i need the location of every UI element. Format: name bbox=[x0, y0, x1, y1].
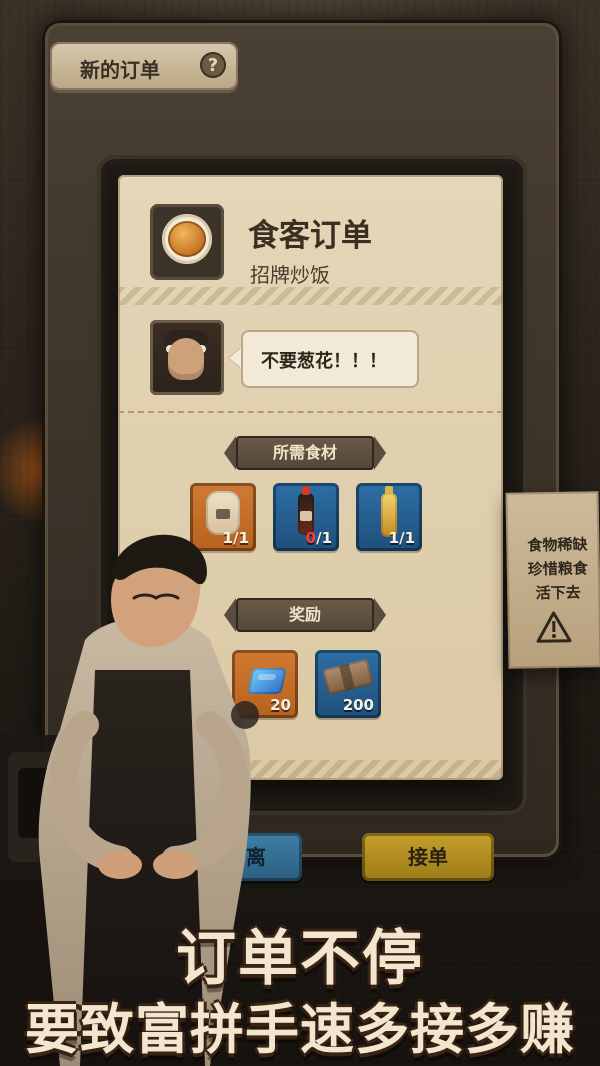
ingredient-qty-have: 1 bbox=[222, 529, 234, 547]
warning-triangle-icon bbox=[536, 611, 572, 643]
reward-value: 200 bbox=[342, 696, 374, 714]
reward-slot[interactable]: 200 bbox=[315, 650, 381, 718]
rewards-label: 奖励 bbox=[224, 598, 386, 632]
ingredient-qty-need: 1 bbox=[321, 529, 332, 547]
promo-line-1: 订单不停 bbox=[176, 924, 424, 994]
ingredient-qty-have: 1 bbox=[388, 529, 400, 547]
reward-slot[interactable]: 20 bbox=[232, 650, 298, 718]
ingredient-qty-need: 1 bbox=[238, 529, 249, 547]
window-title: 新的订单 bbox=[80, 58, 160, 82]
question-mark-icon[interactable]: ? bbox=[200, 52, 226, 78]
ingredient-slot[interactable]: 1/1 bbox=[356, 483, 422, 551]
ingredients-label: 所需食材 bbox=[224, 436, 386, 470]
order-title: 食客订单 bbox=[248, 218, 372, 254]
accept-order-button[interactable]: 接单 bbox=[362, 833, 494, 881]
ingredient-qty: 0/1 bbox=[305, 529, 332, 547]
note-line-1: 食物稀缺 bbox=[527, 535, 588, 555]
ingredient-qty: 1/1 bbox=[388, 529, 415, 547]
ingredient-slot[interactable]: 1/1 bbox=[190, 483, 256, 551]
ingredient-qty-need: 1 bbox=[404, 529, 415, 547]
survival-note: 食物稀缺 珍惜粮食 活下去 bbox=[505, 491, 600, 669]
order-subtitle: 招牌炒饭 bbox=[250, 263, 330, 287]
leave-button[interactable]: 离 bbox=[210, 833, 302, 881]
avatar-face bbox=[168, 338, 204, 380]
reward-value: 20 bbox=[270, 696, 291, 714]
blue-gem-icon bbox=[247, 668, 287, 694]
cash-bundle-icon bbox=[322, 658, 374, 696]
fried-rice-plate-icon bbox=[150, 204, 224, 280]
customer-speech-bubble: 不要葱花！！！ bbox=[241, 330, 419, 388]
paper-edge-pattern bbox=[118, 760, 503, 778]
customer-speech-text: 不要葱花！！！ bbox=[261, 351, 387, 372]
promo-line-2: 要致富拼手速多接多赚 bbox=[25, 998, 575, 1061]
note-line-3: 活下去 bbox=[535, 583, 581, 603]
ingredient-qty-have: 0 bbox=[305, 529, 317, 547]
customer-avatar bbox=[150, 320, 224, 395]
fried-rice bbox=[168, 221, 206, 257]
ingredient-qty: 1/1 bbox=[222, 529, 249, 547]
ingredient-slot[interactable]: 0/1 bbox=[273, 483, 339, 551]
note-line-2: 珍惜粮食 bbox=[527, 559, 588, 579]
paper-divider bbox=[118, 411, 503, 413]
paper-edge-pattern bbox=[118, 287, 503, 305]
